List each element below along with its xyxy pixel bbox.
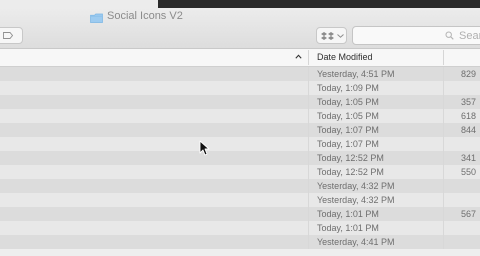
date-cell: Yesterday, 4:32 PM <box>317 181 395 191</box>
date-modified-column-header[interactable]: Date Modified <box>317 52 373 62</box>
row-divider <box>308 137 309 151</box>
sort-ascending-icon[interactable] <box>295 53 302 61</box>
size-cell: 844 <box>461 125 477 135</box>
column-header: Date Modified <box>0 49 480 67</box>
finder-window: Social Icons V2 Sear Date Modified Yeste… <box>0 0 480 256</box>
column-divider[interactable] <box>308 50 309 65</box>
date-cell: Yesterday, 4:51 PM <box>317 69 395 79</box>
date-cell: Today, 1:07 PM <box>317 125 379 135</box>
date-cell: Today, 1:01 PM <box>317 223 379 233</box>
row-divider <box>443 207 444 221</box>
window-title: Social Icons V2 <box>107 10 183 22</box>
date-cell: Today, 1:05 PM <box>317 111 379 121</box>
row-divider <box>443 81 444 95</box>
size-cell: 550 <box>461 167 477 177</box>
table-row[interactable]: Today, 1:01 PM 567 <box>0 207 480 221</box>
table-row[interactable]: Today, 1:07 PM <box>0 137 480 151</box>
table-row[interactable]: Today, 1:05 PM 357 <box>0 95 480 109</box>
search-icon <box>445 31 454 40</box>
row-divider <box>308 81 309 95</box>
row-divider <box>308 193 309 207</box>
date-cell: Yesterday, 4:41 PM <box>317 237 395 247</box>
column-divider[interactable] <box>443 50 444 65</box>
row-divider <box>308 235 309 249</box>
table-row[interactable]: Yesterday, 4:41 PM <box>0 235 480 249</box>
chevron-down-icon <box>337 34 344 38</box>
search-input[interactable]: Sear <box>352 26 480 45</box>
row-divider <box>443 151 444 165</box>
table-row[interactable]: Yesterday, 4:51 PM 829 <box>0 67 480 81</box>
row-divider <box>443 123 444 137</box>
tag-icon <box>3 32 13 39</box>
date-cell: Yesterday, 4:32 PM <box>317 195 395 205</box>
date-cell: Today, 1:07 PM <box>317 139 379 149</box>
date-cell: Today, 12:52 PM <box>317 153 384 163</box>
table-row[interactable]: Yesterday, 4:32 PM <box>0 179 480 193</box>
tag-button[interactable] <box>0 27 23 44</box>
row-divider <box>443 235 444 249</box>
row-divider <box>308 207 309 221</box>
search-placeholder: Sear <box>459 30 480 42</box>
dropbox-button[interactable] <box>316 27 347 44</box>
date-cell: Today, 1:05 PM <box>317 97 379 107</box>
table-row[interactable]: Today, 1:07 PM 844 <box>0 123 480 137</box>
row-divider <box>308 165 309 179</box>
date-cell: Today, 12:52 PM <box>317 167 384 177</box>
table-row[interactable]: Today, 1:01 PM <box>0 221 480 235</box>
table-row[interactable]: Today, 12:52 PM 550 <box>0 165 480 179</box>
row-divider <box>443 137 444 151</box>
row-divider <box>308 221 309 235</box>
date-cell: Today, 1:09 PM <box>317 83 379 93</box>
size-cell: 357 <box>461 97 477 107</box>
row-divider <box>443 179 444 193</box>
row-divider <box>308 151 309 165</box>
table-row[interactable]: Today, 1:05 PM 618 <box>0 109 480 123</box>
row-divider <box>308 109 309 123</box>
row-divider <box>443 109 444 123</box>
mouse-pointer-icon <box>199 140 210 156</box>
date-cell: Today, 1:01 PM <box>317 209 379 219</box>
dropbox-icon <box>321 32 334 40</box>
row-divider <box>443 67 444 81</box>
background-window-edge <box>158 0 480 8</box>
row-divider <box>308 123 309 137</box>
file-list: Yesterday, 4:51 PM 829 Today, 1:09 PM To… <box>0 67 480 256</box>
size-cell: 567 <box>461 209 477 219</box>
size-cell: 341 <box>461 153 477 163</box>
row-divider <box>443 165 444 179</box>
row-divider <box>308 179 309 193</box>
row-divider <box>308 95 309 109</box>
table-row[interactable]: Yesterday, 4:32 PM <box>0 193 480 207</box>
row-divider <box>443 95 444 109</box>
table-row[interactable]: Today, 1:09 PM <box>0 81 480 95</box>
size-cell: 829 <box>461 69 477 79</box>
toolbar: Social Icons V2 Sear <box>0 8 480 49</box>
folder-icon <box>90 13 103 23</box>
table-row[interactable]: Today, 12:52 PM 341 <box>0 151 480 165</box>
row-divider <box>308 67 309 81</box>
size-cell: 618 <box>461 111 477 121</box>
row-divider <box>443 221 444 235</box>
row-divider <box>443 193 444 207</box>
